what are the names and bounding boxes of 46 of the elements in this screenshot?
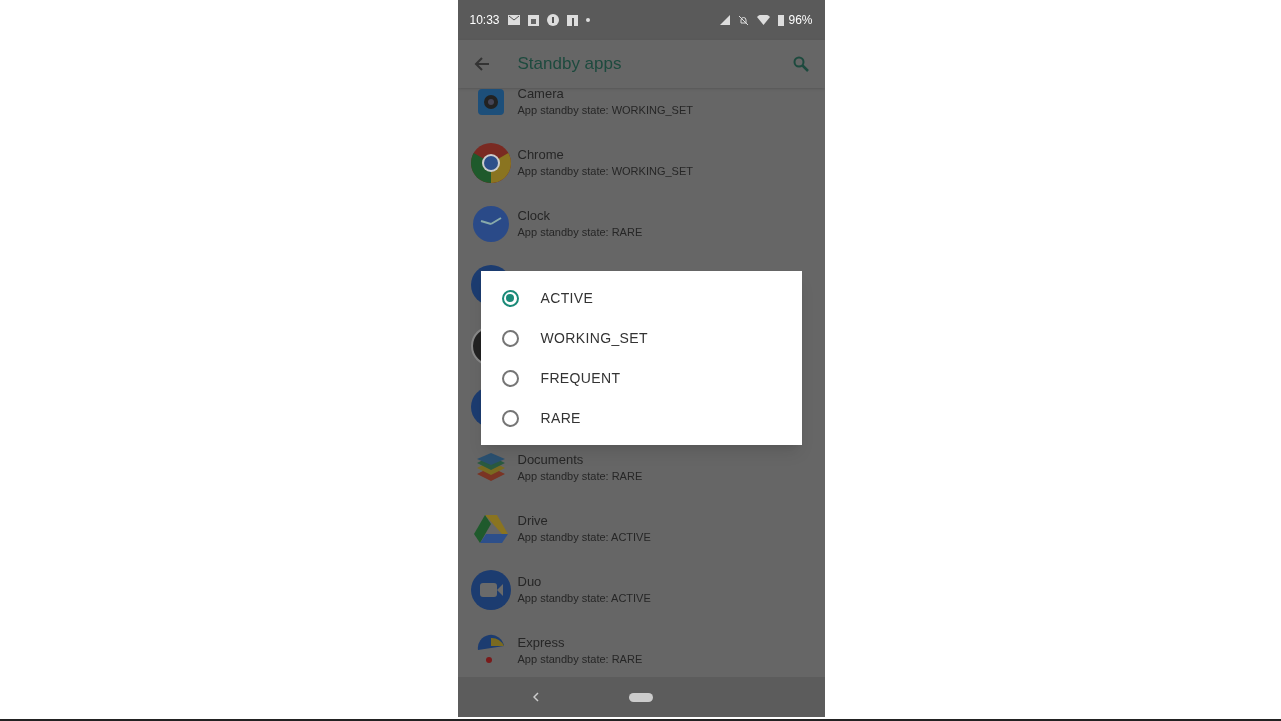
app-standby-state: App standby state: RARE [517, 224, 643, 240]
wifi-icon [757, 15, 771, 25]
option-label: ACTIVE [540, 288, 594, 308]
video-camera-app-icon [471, 569, 511, 610]
app-standby-state: App standby state: WORKING_SET [517, 163, 693, 179]
app-name[interactable]: Drive [517, 512, 651, 529]
signal-icon [720, 15, 731, 25]
status-time: 10:33 [469, 12, 500, 29]
app-name[interactable]: Camera [517, 88, 693, 102]
camera-app-icon [476, 88, 506, 117]
layers-app-icon [475, 451, 507, 484]
app-name[interactable]: Clock [517, 207, 643, 224]
radio-option[interactable]: RARE [480, 398, 802, 438]
bell-off-icon [738, 14, 750, 26]
radio-button[interactable] [501, 329, 519, 347]
battery-icon [778, 14, 785, 26]
app-name[interactable]: Chrome [517, 146, 693, 163]
radio-button[interactable] [501, 409, 519, 427]
dot-icon [585, 18, 590, 22]
option-label: WORKING_SET [540, 328, 648, 348]
app-name[interactable]: Documents [517, 451, 643, 468]
back-arrow-icon[interactable] [473, 56, 490, 72]
calendar-icon [527, 14, 539, 26]
drive-app-icon [474, 513, 508, 544]
app-standby-state: App standby state: ACTIVE [517, 590, 651, 606]
radio-button[interactable] [501, 369, 519, 387]
app-name[interactable]: Duo [517, 573, 651, 590]
app-standby-state: App standby state: RARE [517, 651, 643, 667]
circle-icon [546, 14, 559, 26]
option-label: RARE [540, 408, 581, 428]
mail-icon [507, 15, 520, 25]
chrome-app-icon [471, 142, 511, 183]
radio-option[interactable]: WORKING_SET [480, 318, 802, 358]
battery-percent: 96% [788, 12, 813, 29]
option-label: FREQUENT [540, 368, 621, 388]
home-pill[interactable] [628, 692, 653, 702]
radio-button[interactable] [501, 289, 519, 307]
app-standby-state: App standby state: RARE [517, 468, 643, 484]
clock-app-icon [471, 203, 511, 244]
app-standby-state: App standby state: ACTIVE [517, 529, 651, 545]
back-chevron-icon[interactable] [532, 692, 539, 702]
app-standby-state: App standby state: WORKING_SET [517, 102, 693, 118]
screen-title: Standby apps [517, 53, 622, 76]
radio-option[interactable]: ACTIVE [480, 278, 802, 318]
app-name[interactable]: Express [517, 634, 643, 651]
radio-option[interactable]: FREQUENT [480, 358, 802, 398]
